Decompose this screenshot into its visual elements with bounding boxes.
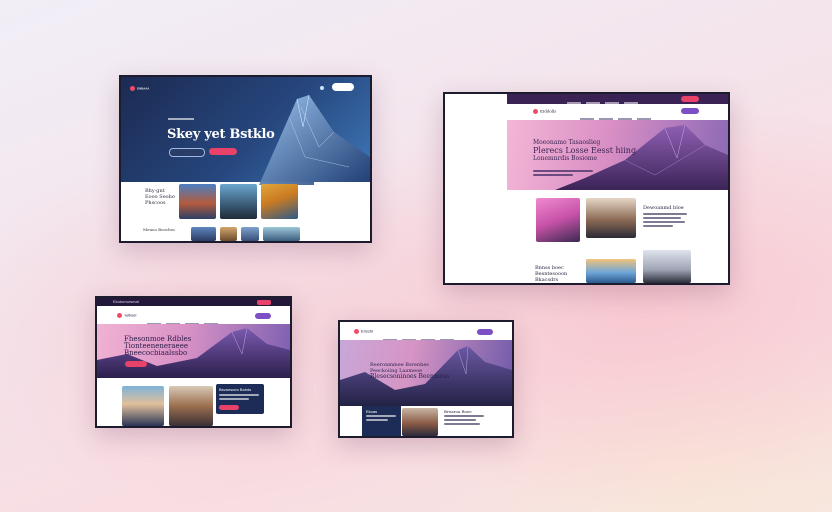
mockup-pink-homepage: Eiddolls Moeonamo Tasaoslieg Plerecs Los… xyxy=(443,92,730,285)
mockup-blue-homepage: ɪᴍʙᴀᴀᴀ Skey yet Bstklo Bhy·gnt Eooo Seoh… xyxy=(119,75,372,243)
hero-title-line-2: Plerecs Losse Eesst hiing xyxy=(533,146,637,155)
hero-subtext xyxy=(533,170,593,178)
secondary-nav xyxy=(378,331,478,341)
portrait-photo[interactable] xyxy=(536,198,580,242)
profile-text xyxy=(643,213,687,229)
portrait-photo[interactable] xyxy=(122,386,164,426)
mockup-violet-homepage: Eriscbl Reeronmmee Bsrenhes Peeckoiing L… xyxy=(338,320,514,438)
brand-name: ꝛulbsel xyxy=(124,312,137,318)
top-label: Elodomorsmat xyxy=(113,299,139,304)
team-photo[interactable] xyxy=(586,198,636,238)
brand-name: ɪᴍʙᴀᴀᴀ xyxy=(137,85,150,91)
hero-title-line-3: Bneecocbiaalssbo xyxy=(124,349,188,357)
bottom-text: Meuoo Boocboc xyxy=(143,227,176,232)
hero-title-line-1: Moeonamo Tasaoslieg xyxy=(533,139,601,146)
secondary-nav xyxy=(575,110,695,120)
card-text xyxy=(219,394,259,402)
hero-kicker-line xyxy=(168,118,194,120)
content-sidebar-right xyxy=(314,182,370,241)
person-photo[interactable] xyxy=(643,250,691,283)
card-title-2: Brearoa Boee xyxy=(444,409,472,414)
logo-icon xyxy=(130,86,135,91)
nav-icon[interactable] xyxy=(320,86,324,90)
hero-title-line-3: Lonemnrdis Bosiome xyxy=(533,155,598,162)
gallery-thumb-1[interactable] xyxy=(191,227,216,241)
hero-secondary-button[interactable] xyxy=(169,148,205,157)
left-text-block: Bhy·gnt Eooo Seoho Phscoos xyxy=(145,188,175,206)
logo-icon xyxy=(354,329,359,334)
gallery-photo-3[interactable] xyxy=(261,184,298,219)
card-title: Ekoas xyxy=(366,409,378,414)
top-nav-cta[interactable] xyxy=(257,300,271,305)
hero-title: Reeronmmee Bsrenhes Peeckoiing Laameoe R… xyxy=(370,362,449,380)
gallery-photo-1[interactable] xyxy=(179,184,216,219)
hero-title: Skey yet Bstklo xyxy=(167,127,275,142)
left-text-block: Bnnss boec Besntesooon Bkacsdrs xyxy=(535,265,568,283)
top-nav-cta[interactable] xyxy=(681,96,699,102)
mockup-purple-homepage: Elodomorsmat ꝛulbsel Fhesonmoe Rdbles Ti… xyxy=(95,296,292,428)
gallery-thumb-4[interactable] xyxy=(263,227,300,241)
brand-logo[interactable]: Eriscbl xyxy=(354,329,373,334)
gallery-thumb-2[interactable] xyxy=(220,227,237,241)
secondary-nav-cta[interactable] xyxy=(255,313,271,319)
logo-icon xyxy=(117,313,122,318)
sunset-photo[interactable] xyxy=(586,259,636,283)
team-photo[interactable] xyxy=(169,386,213,426)
hero-button[interactable] xyxy=(125,361,147,367)
hero-title-line-3: Rlesecsoninoes Beenmess xyxy=(370,373,450,380)
gallery-thumb-3[interactable] xyxy=(241,227,259,241)
brand-name: Eiddolls xyxy=(540,108,557,114)
brand-logo[interactable]: ɪᴍʙᴀᴀᴀ xyxy=(130,86,149,91)
hero-title: Fhesonmoe Rdbles Tionteeneneraeee Bneeco… xyxy=(124,336,191,357)
card-button[interactable] xyxy=(219,405,239,410)
card-title: Bsvansoeo Bolnto xyxy=(219,387,252,392)
hero-title: Moeonamo Tasaoslieg Plerecs Losse Eesst … xyxy=(533,139,636,162)
hero-primary-button[interactable] xyxy=(209,148,237,155)
secondary-nav xyxy=(142,315,252,325)
brand-logo[interactable]: ꝛulbsel xyxy=(117,313,136,318)
brand-name: Eriscbl xyxy=(361,328,374,334)
card-text xyxy=(366,415,396,423)
logo-icon xyxy=(533,109,538,114)
card-text-2 xyxy=(444,415,484,427)
profile-heading: Dewoanmd bloe xyxy=(643,205,684,211)
team-photo[interactable] xyxy=(402,408,438,436)
nav-cta[interactable] xyxy=(477,329,493,335)
brand-logo[interactable]: Eiddolls xyxy=(533,109,556,114)
nav-cta-button[interactable] xyxy=(332,83,354,91)
secondary-nav-cta[interactable] xyxy=(681,108,699,114)
gallery-photo-2[interactable] xyxy=(220,184,257,219)
